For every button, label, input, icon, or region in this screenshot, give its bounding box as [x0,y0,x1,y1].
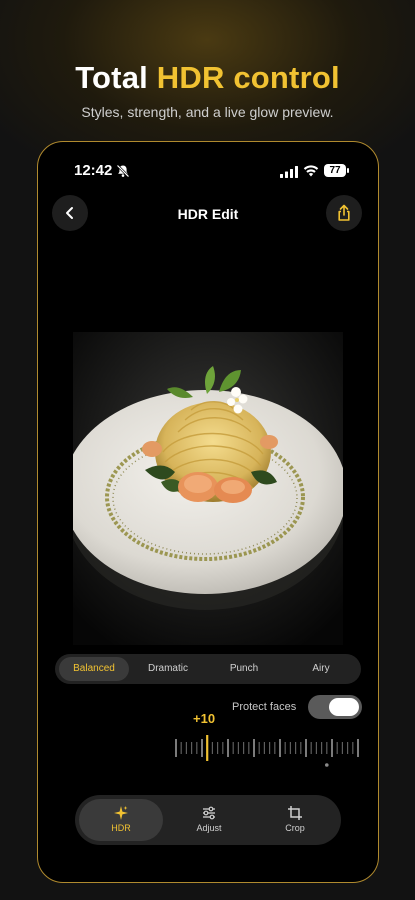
sliders-icon [203,806,215,820]
bell-muted-icon [116,164,130,178]
strength-value: +10 [193,711,216,726]
style-option-dramatic[interactable]: Dramatic [133,657,203,681]
crop-icon [288,806,302,820]
tab-adjust[interactable]: Adjust [167,799,251,841]
wifi-icon [303,165,319,177]
photo-preview[interactable] [73,332,343,645]
toggle-knob [329,698,359,716]
battery-tip [347,168,349,173]
headline: Total HDR control [0,60,415,96]
strength-slider[interactable] [174,735,362,771]
protect-faces-toggle[interactable] [308,695,362,719]
tab-hdr[interactable]: HDR [79,799,163,841]
style-option-airy[interactable]: Airy [285,657,357,681]
protect-faces-label: Protect faces [232,701,297,713]
style-selector: Balanced Dramatic Punch Airy [55,654,361,684]
signal-icon [280,166,298,178]
style-option-punch[interactable]: Punch [207,657,281,681]
tab-crop[interactable]: Crop [253,799,337,841]
subheadline: Styles, strength, and a live glow previe… [81,104,334,120]
status-bar: 12:42 77 [38,162,378,182]
headline-text: Total [75,60,157,95]
tab-crop-label: Crop [285,823,305,833]
headline-accent: HDR control [156,60,340,95]
style-option-balanced[interactable]: Balanced [59,657,129,681]
tab-bar: HDR Adjust Crop [75,795,341,845]
slider-center-dot [325,763,329,767]
tab-hdr-label: HDR [111,823,131,833]
share-icon [338,204,350,221]
battery-indicator: 77 [324,164,346,177]
share-button[interactable] [326,195,362,231]
tab-adjust-label: Adjust [196,823,222,833]
phone-frame: 12:42 77 HDR Edit Balanced Dramatic Punc… [37,141,379,883]
food-photo [73,332,343,645]
status-time: 12:42 [74,162,113,179]
sparkle-icon [114,806,128,820]
